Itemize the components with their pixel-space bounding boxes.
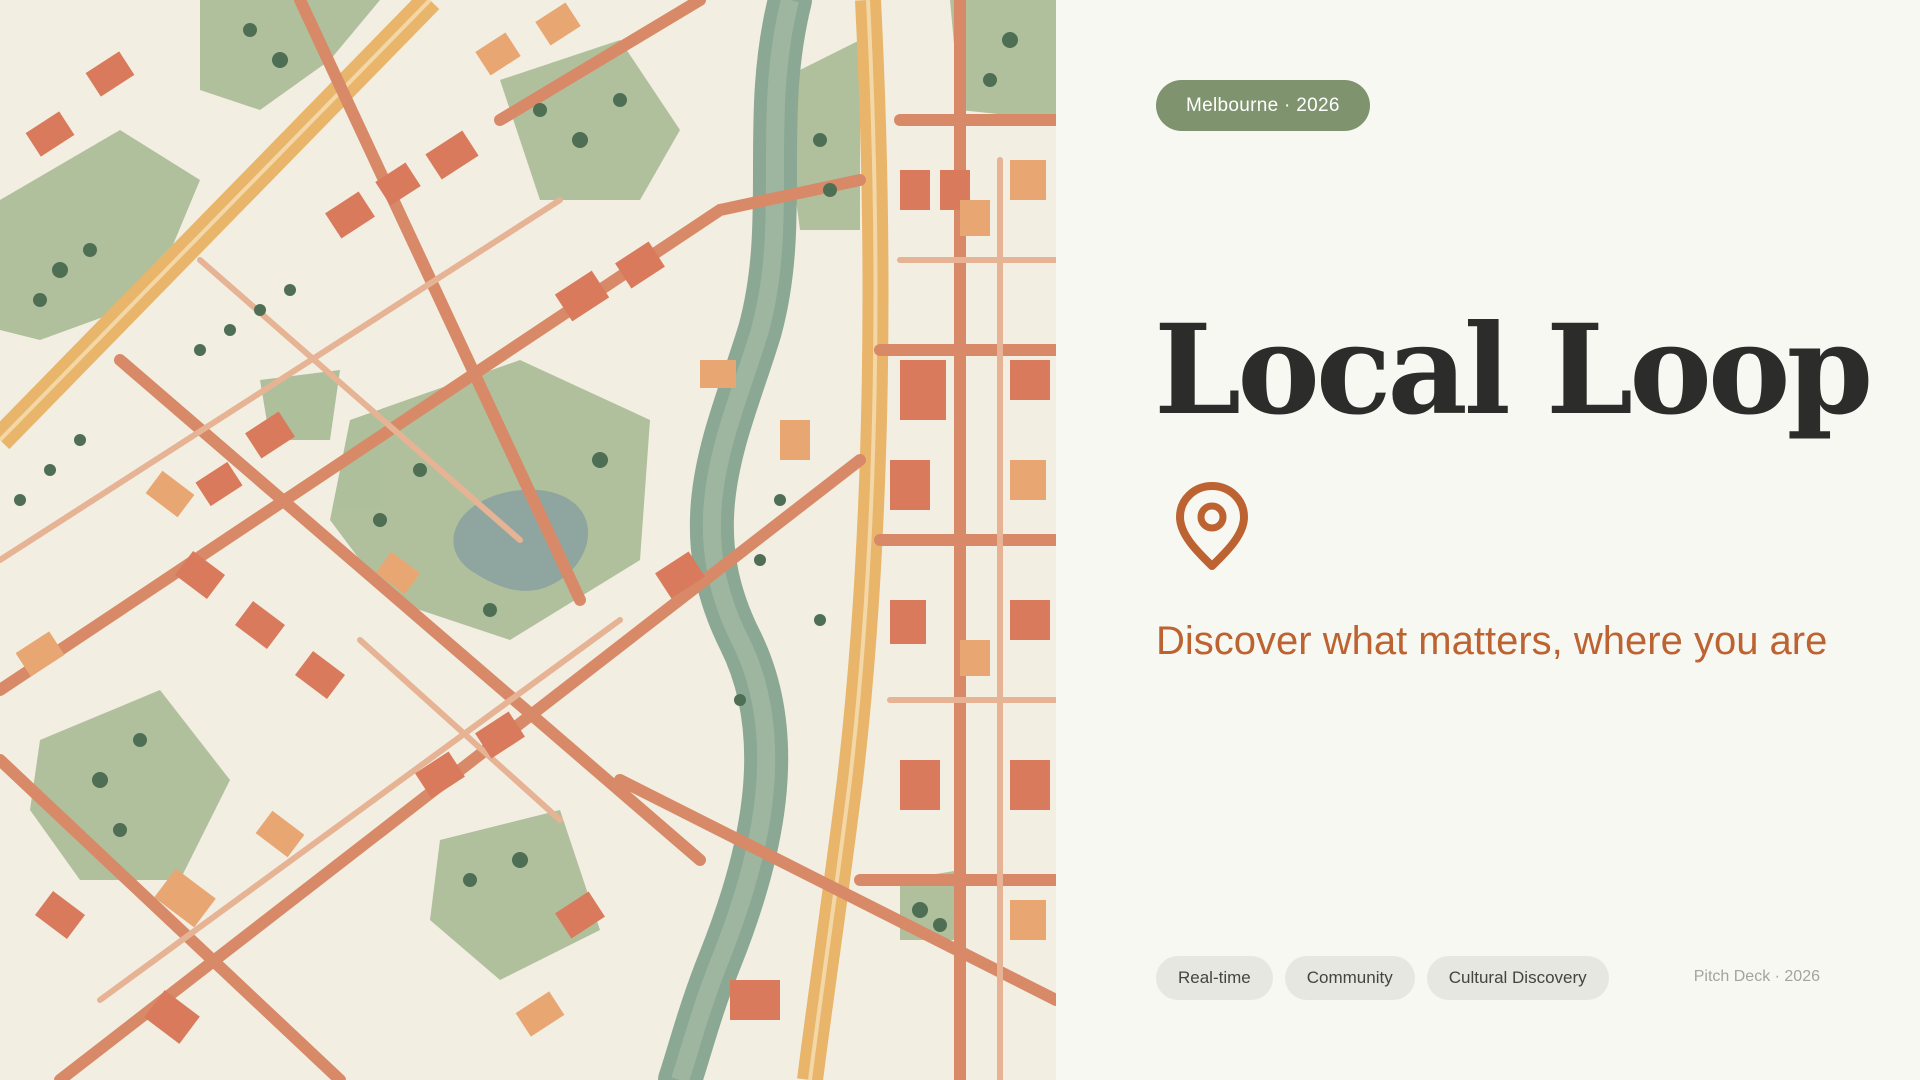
footer-note: Pitch Deck · 2026	[1693, 968, 1820, 985]
map-pin-icon	[1176, 482, 1248, 570]
location-badge: Melbourne · 2026	[1156, 80, 1370, 131]
content-panel: Melbourne · 2026 Local Loop Discover wha…	[1056, 0, 1920, 1080]
tag-community: Community	[1284, 956, 1415, 1000]
tag-real-time: Real-time	[1156, 956, 1273, 1000]
feature-tags: Real-time Community Cultural Discovery	[1156, 956, 1609, 1000]
tagline: Discover what matters, where you are	[1156, 619, 1828, 663]
city-map-illustration	[0, 0, 1056, 1080]
tag-cultural-discovery: Cultural Discovery	[1426, 956, 1609, 1000]
slide-title: Local Loop	[1154, 298, 1873, 443]
